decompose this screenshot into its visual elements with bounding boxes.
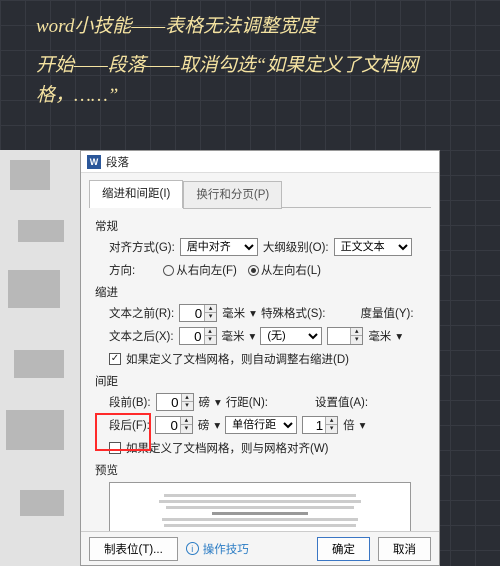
paragraph-dialog: W 段落 缩进和间距(I) 换行和分页(P) 常规 对齐方式(G): 居中对齐 … bbox=[80, 150, 440, 566]
measure-spin[interactable]: ▴▾ bbox=[327, 327, 363, 345]
spin-up-icon[interactable]: ▴ bbox=[204, 305, 216, 313]
grid-align-label: 如果定义了文档网格，则与网格对齐(W) bbox=[126, 440, 329, 456]
measure-label: 度量值(Y): bbox=[360, 305, 413, 321]
space-after-input[interactable] bbox=[156, 417, 180, 433]
note-line-1: word小技能——表格无法调整宽度 bbox=[36, 12, 464, 41]
general-title: 常规 bbox=[95, 218, 425, 234]
indent-after-label: 文本之后(X): bbox=[109, 328, 174, 344]
blurred-background bbox=[0, 150, 80, 566]
spin-up-icon[interactable]: ▴ bbox=[325, 417, 337, 425]
ok-button[interactable]: 确定 bbox=[317, 537, 370, 561]
radio-icon bbox=[248, 265, 259, 276]
dialog-titlebar[interactable]: W 段落 bbox=[81, 151, 439, 173]
dialog-panel: 常规 对齐方式(G): 居中对齐 大纲级别(O): 正文文本 方向: 从右向左(… bbox=[89, 207, 431, 544]
spin-down-icon[interactable]: ▾ bbox=[181, 402, 193, 410]
space-after-label: 段后(F): bbox=[109, 417, 150, 433]
spin-down-icon[interactable]: ▾ bbox=[204, 336, 216, 344]
spin-up-icon[interactable]: ▴ bbox=[350, 328, 362, 336]
line-spacing-select[interactable]: 单倍行距 bbox=[225, 416, 297, 434]
at-label: 设置值(A): bbox=[315, 394, 368, 410]
section-indent: 缩进 文本之前(R): ▴▾ 毫米▾ 特殊格式(S): 度量值(Y): 文本之后… bbox=[95, 284, 425, 369]
special-format-select[interactable]: (无) bbox=[260, 327, 322, 345]
indent-after-input[interactable] bbox=[180, 328, 204, 344]
indent-before-label: 文本之前(R): bbox=[109, 305, 174, 321]
preview-title: 预览 bbox=[95, 462, 425, 478]
annotation-text: word小技能——表格无法调整宽度 开始——段落——取消勾选“如果定义了文档网格… bbox=[0, 0, 500, 110]
auto-indent-checkbox[interactable]: ✓ bbox=[109, 353, 121, 365]
tips-link[interactable]: i 操作技巧 bbox=[186, 541, 249, 557]
spacing-title: 间距 bbox=[95, 373, 425, 389]
spin-up-icon[interactable]: ▴ bbox=[181, 394, 193, 402]
direction-ltr-radio[interactable]: 从左向右(L) bbox=[248, 262, 321, 278]
dialog-tabs: 缩进和间距(I) 换行和分页(P) bbox=[81, 173, 439, 207]
dialog-button-bar: 制表位(T)... i 操作技巧 确定 取消 bbox=[81, 531, 439, 565]
spin-down-icon[interactable]: ▾ bbox=[325, 425, 337, 433]
space-before-label: 段前(B): bbox=[109, 394, 151, 410]
indent-after-spin[interactable]: ▴▾ bbox=[179, 327, 217, 345]
spin-down-icon[interactable]: ▾ bbox=[180, 425, 192, 433]
section-spacing: 间距 段前(B): ▴▾ 磅▾ 行距(N): 设置值(A): 段后(F): ▴▾… bbox=[95, 373, 425, 458]
outline-select[interactable]: 正文文本 bbox=[334, 238, 412, 256]
auto-indent-label: 如果定义了文档网格，则自动调整右缩进(D) bbox=[126, 351, 349, 367]
spin-down-icon[interactable]: ▾ bbox=[204, 313, 216, 321]
align-select[interactable]: 居中对齐 bbox=[180, 238, 258, 256]
cancel-button[interactable]: 取消 bbox=[378, 537, 431, 561]
note-line-2: 开始——段落——取消勾选“如果定义了文档网格，……” bbox=[36, 51, 464, 110]
grid-align-checkbox[interactable] bbox=[109, 442, 121, 454]
tab-indent-spacing[interactable]: 缩进和间距(I) bbox=[89, 180, 183, 208]
tabstop-button[interactable]: 制表位(T)... bbox=[89, 537, 178, 561]
space-before-input[interactable] bbox=[157, 394, 181, 410]
measure-input[interactable] bbox=[328, 328, 350, 344]
dialog-title: 段落 bbox=[106, 154, 129, 170]
space-after-spin[interactable]: ▴▾ bbox=[155, 416, 193, 434]
indent-before-spin[interactable]: ▴▾ bbox=[179, 304, 217, 322]
special-format-label: 特殊格式(S): bbox=[261, 305, 326, 321]
line-spacing-label: 行距(N): bbox=[226, 394, 268, 410]
radio-icon bbox=[163, 265, 174, 276]
indent-title: 缩进 bbox=[95, 284, 425, 300]
at-spin[interactable]: ▴▾ bbox=[302, 416, 338, 434]
spin-up-icon[interactable]: ▴ bbox=[204, 328, 216, 336]
align-label: 对齐方式(G): bbox=[109, 239, 175, 255]
section-general: 常规 对齐方式(G): 居中对齐 大纲级别(O): 正文文本 方向: 从右向左(… bbox=[95, 218, 425, 280]
direction-label: 方向: bbox=[109, 262, 135, 278]
outline-label: 大纲级别(O): bbox=[263, 239, 329, 255]
indent-before-input[interactable] bbox=[180, 305, 204, 321]
info-icon: i bbox=[186, 542, 199, 555]
spin-down-icon[interactable]: ▾ bbox=[350, 336, 362, 344]
space-before-spin[interactable]: ▴▾ bbox=[156, 393, 194, 411]
word-icon: W bbox=[87, 155, 101, 169]
spin-up-icon[interactable]: ▴ bbox=[180, 417, 192, 425]
tab-line-page[interactable]: 换行和分页(P) bbox=[183, 181, 282, 209]
direction-rtl-radio[interactable]: 从右向左(F) bbox=[163, 262, 237, 278]
at-input[interactable] bbox=[303, 417, 325, 433]
